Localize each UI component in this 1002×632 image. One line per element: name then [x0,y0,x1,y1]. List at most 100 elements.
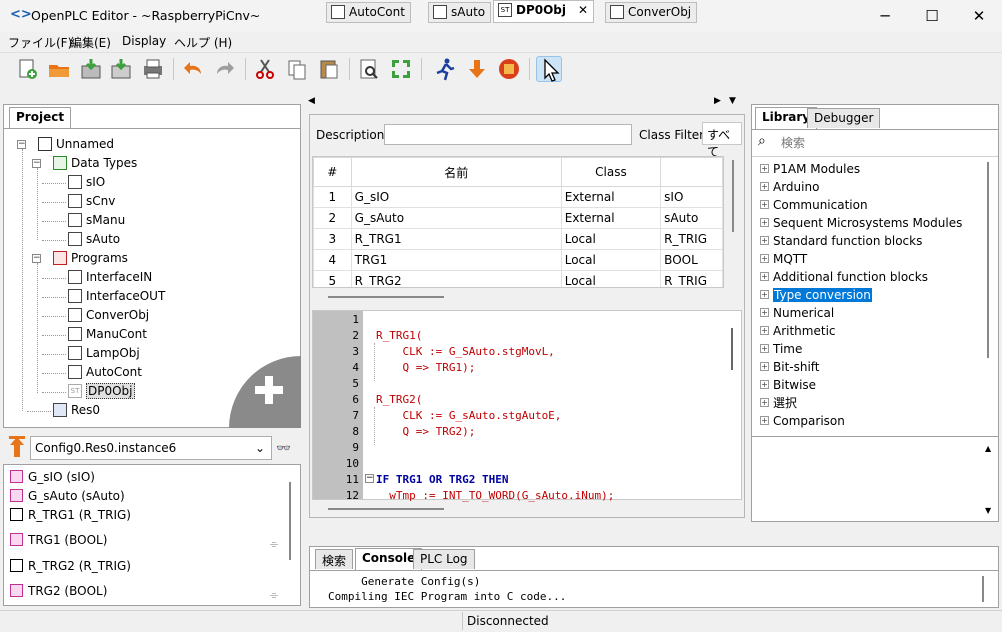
tree-resource[interactable]: Res0 [53,401,100,420]
scroll-up-icon[interactable]: ▲ [985,444,991,453]
expand-icon[interactable]: + [760,344,769,353]
cell-name[interactable]: G_sAuto [350,207,562,229]
fold-toggle-icon[interactable]: − [365,474,374,483]
class-filter-select[interactable]: すべて [702,122,742,159]
expand-icon[interactable]: + [760,380,769,389]
instance-select[interactable]: Config0.Res0.instance6 ⌄ [30,436,272,460]
tab-converobj[interactable]: ConverObj [605,2,698,23]
maximize-button[interactable]: ☐ [909,0,955,32]
tab-list-dropdown-icon[interactable]: ▼ [729,90,741,112]
library-search-input[interactable]: 検索 [781,134,805,151]
table-row[interactable]: 2 G_sAuto External sAuto [313,207,723,229]
cell-name[interactable]: TRG1 [350,249,562,271]
tree-root[interactable]: Unnamed [38,135,114,154]
cell-name[interactable]: R_TRG2 [350,270,562,287]
expand-icon[interactable]: + [760,254,769,263]
list-scrollbar[interactable] [289,482,291,560]
list-item[interactable]: R_TRG2 (R_TRIG) [10,557,131,575]
column-header[interactable]: 名前 [350,157,562,187]
library-item[interactable]: + Sequent Microsystems Modules [760,214,962,232]
menu-edit[interactable]: 編集(E) [70,34,111,51]
run-icon[interactable] [432,56,458,82]
cell-class[interactable]: Local [560,270,662,287]
library-item[interactable]: + Comparison [760,412,845,430]
tree-type-smanu[interactable]: sManu [68,211,125,230]
close-tab-icon[interactable]: ✕ [578,3,588,17]
list-item[interactable]: TRG1 (BOOL) [10,531,107,549]
code-v-scrollbar[interactable] [731,328,733,370]
collapse-datatypes-icon[interactable]: − [32,159,41,168]
graph-icon[interactable]: ⌯ [270,590,278,601]
stop-icon[interactable] [496,56,522,82]
table-v-scrollbar[interactable] [732,160,734,232]
tree-program-interfaceout[interactable]: InterfaceOUT [68,287,165,306]
paste-icon[interactable] [316,56,342,82]
library-item-selected[interactable]: + Type conversion [760,286,872,304]
graph-icon[interactable]: ⌯ [270,539,278,550]
cell-class[interactable]: Local [560,249,662,271]
library-item[interactable]: + Communication [760,196,868,214]
expand-icon[interactable]: + [760,326,769,335]
library-item[interactable]: + Standard function blocks [760,232,922,250]
cut-icon[interactable] [252,56,278,82]
expand-icon[interactable]: + [760,218,769,227]
library-item[interactable]: + Numerical [760,304,834,322]
open-folder-icon[interactable] [46,56,72,82]
undo-icon[interactable] [180,56,206,82]
code-h-scrollbar[interactable] [328,508,444,510]
print-icon[interactable] [140,56,166,82]
list-item[interactable]: G_sIO (sIO) [10,468,95,486]
minimize-button[interactable]: ─ [862,0,908,32]
new-project-icon[interactable] [14,56,40,82]
tree-type-sio[interactable]: sIO [68,173,105,192]
copy-icon[interactable] [284,56,310,82]
list-item[interactable]: G_sAuto (sAuto) [10,487,125,505]
cell-name[interactable]: R_TRG1 [350,228,562,250]
tab-debugger[interactable]: Debugger [807,108,881,128]
save-icon[interactable] [78,56,104,82]
tab-project[interactable]: Project [9,107,72,129]
tree-program-dp0obj[interactable]: ST DP0Obj [68,382,135,401]
column-header[interactable]: # [313,157,352,187]
tree-data-types[interactable]: Data Types [53,154,137,173]
expand-icon[interactable]: + [760,290,769,299]
expand-icon[interactable]: + [760,182,769,191]
cell-class[interactable]: External [560,207,662,229]
tab-autocont[interactable]: AutoCont [326,2,411,23]
cell-name[interactable]: G_sIO [350,186,562,208]
tree-type-scnv[interactable]: sCnv [68,192,115,211]
description-input[interactable] [384,124,632,145]
list-item[interactable]: R_TRG1 (R_TRIG) [10,506,131,524]
cell-class[interactable]: External [560,186,662,208]
fullscreen-icon[interactable] [388,56,414,82]
column-header[interactable] [660,157,723,187]
expand-icon[interactable]: + [760,164,769,173]
cell-type[interactable]: sIO [660,186,723,208]
menu-help[interactable]: ヘルプ (H) [174,34,232,51]
tree-program-interfacein[interactable]: InterfaceIN [68,268,152,287]
expand-icon[interactable]: + [760,308,769,317]
tab-scroll-right-icon[interactable]: ▶ [714,90,726,112]
glasses-icon[interactable]: 👓 [276,441,298,457]
column-header[interactable]: Class [560,157,662,187]
library-item[interactable]: + Time [760,340,802,358]
expand-icon[interactable]: + [760,200,769,209]
library-item[interactable]: + Bit-shift [760,358,820,376]
cell-type[interactable]: BOOL [660,249,723,271]
tab-dp0obj[interactable]: ST DP0Obj ✕ [493,0,595,23]
tab-sauto[interactable]: sAuto [428,2,492,23]
library-item[interactable]: + 選択 [760,394,797,412]
library-item[interactable]: + Arithmetic [760,322,836,340]
cell-type[interactable]: R_TRIG [660,270,723,287]
save-as-icon[interactable] [108,56,134,82]
library-item[interactable]: + Additional function blocks [760,268,928,286]
close-button[interactable]: ✕ [956,0,1002,32]
list-item[interactable]: TRG2 (BOOL) [10,582,107,600]
cell-class[interactable]: Local [560,228,662,250]
console-scrollbar[interactable] [982,576,984,602]
table-row[interactable]: 1 G_sIO External sIO [313,186,723,208]
tree-program-autocont[interactable]: AutoCont [68,363,142,382]
expand-icon[interactable]: + [760,272,769,281]
redo-icon[interactable] [212,56,238,82]
download-arrow-icon[interactable] [464,56,490,82]
